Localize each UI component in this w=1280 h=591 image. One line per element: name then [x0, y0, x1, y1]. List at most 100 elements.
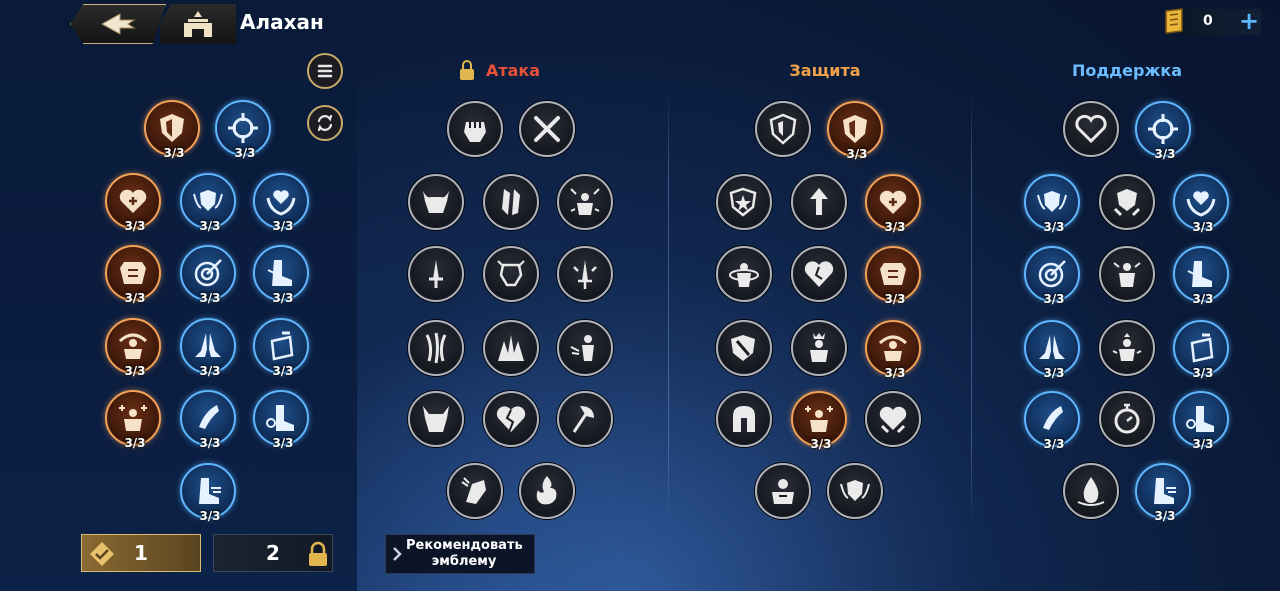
- defense-talent-arrow-up[interactable]: [791, 174, 847, 230]
- defense-talent-winged-shield[interactable]: [827, 463, 883, 519]
- defense-talent-man-plus[interactable]: 3/3: [791, 391, 847, 451]
- add-currency-button[interactable]: +: [1239, 7, 1259, 35]
- attack-talent-bull[interactable]: [408, 174, 464, 230]
- talent-shield-core[interactable]: 3/3: [144, 100, 200, 160]
- orbit-icon: [729, 263, 759, 287]
- talent-boot-speed[interactable]: 3/3: [180, 463, 236, 523]
- attack-talent-broken-heart[interactable]: [483, 391, 539, 447]
- talent-heart-hands[interactable]: 3/3: [253, 173, 309, 233]
- support-talent-heart-hands[interactable]: 3/3: [1173, 174, 1229, 234]
- chained-shield-icon: [1113, 189, 1141, 217]
- talent-crosshair-core[interactable]: 3/3: [215, 100, 271, 160]
- talent-level: 3/3: [1192, 366, 1214, 380]
- winged-shield-icon: [840, 480, 870, 501]
- defense-talent-broken-shield[interactable]: [716, 320, 772, 376]
- support-talent-arrows-man[interactable]: [1099, 320, 1155, 376]
- support-talent-crosshair[interactable]: 3/3: [1135, 101, 1191, 161]
- support-talent-potion[interactable]: 3/3: [1173, 320, 1229, 380]
- arrow-up-icon: [810, 188, 828, 215]
- defense-talent-orbit[interactable]: [716, 246, 772, 302]
- attack-talent-hit-man[interactable]: [557, 320, 613, 376]
- attack-talent-fist[interactable]: [447, 101, 503, 157]
- chevron-right-icon: [393, 547, 402, 561]
- talent-level: 3/3: [199, 436, 221, 450]
- defense-talent-shield-star[interactable]: [716, 174, 772, 230]
- talent-level: 3/3: [1192, 220, 1214, 234]
- defense-talent-shield[interactable]: [755, 101, 811, 157]
- recommend-emblem-button[interactable]: Рекомендовать эмблему: [385, 534, 535, 574]
- attack-talent-fist-strike[interactable]: [483, 246, 539, 302]
- defense-talent-guardian[interactable]: [755, 463, 811, 519]
- talent-level: 3/3: [1043, 292, 1065, 306]
- talent-level: 3/3: [199, 219, 221, 233]
- gauntlet-icon: [461, 477, 486, 504]
- potion-icon: [1190, 333, 1214, 363]
- list-icon: [317, 64, 333, 78]
- list-button[interactable]: [307, 53, 343, 89]
- support-talent-heart[interactable]: [1063, 101, 1119, 157]
- boot-gear-icon: [1186, 406, 1214, 432]
- defense-talent-armor[interactable]: 3/3: [865, 246, 921, 306]
- support-talent-stopwatch[interactable]: [1099, 391, 1155, 447]
- talent-level: 3/3: [1192, 292, 1214, 306]
- talent-boot-gear[interactable]: 3/3: [253, 390, 309, 450]
- talent-level: 3/3: [1154, 147, 1176, 161]
- talent-flex-arc[interactable]: 3/3: [105, 318, 161, 378]
- attack-talent-gauntlet[interactable]: [447, 463, 503, 519]
- emblem-page-2-tab[interactable]: 2: [213, 534, 333, 572]
- defense-talent-heart-plus[interactable]: 3/3: [865, 174, 921, 234]
- talent-target[interactable]: 3/3: [180, 245, 236, 305]
- support-talent-droplet[interactable]: [1063, 463, 1119, 519]
- talent-armor[interactable]: 3/3: [105, 245, 161, 305]
- attack-talent-dagger[interactable]: [408, 246, 464, 302]
- crosshair-icon: [228, 113, 258, 143]
- back-button[interactable]: [70, 4, 166, 44]
- support-talent-boot-gear[interactable]: 3/3: [1173, 391, 1229, 451]
- defense-talent-cracked-heart[interactable]: [791, 246, 847, 302]
- defense-talent-flex-arc[interactable]: 3/3: [865, 320, 921, 380]
- talent-potion[interactable]: 3/3: [253, 318, 309, 378]
- praying-hands-icon: [1039, 335, 1065, 359]
- support-talent-target[interactable]: 3/3: [1024, 246, 1080, 306]
- attack-column-title: Атака: [485, 61, 541, 80]
- attack-talent-explode-man[interactable]: [557, 174, 613, 230]
- talent-boot-arrow[interactable]: 3/3: [253, 245, 309, 305]
- attack-talent-demon[interactable]: [408, 391, 464, 447]
- target-icon: [1038, 260, 1066, 288]
- talent-heart-plus[interactable]: 3/3: [105, 173, 161, 233]
- refresh-button[interactable]: [307, 105, 343, 141]
- talent-level: 3/3: [272, 364, 294, 378]
- talent-level: 3/3: [163, 146, 185, 160]
- hero-castle-icon: [184, 11, 212, 37]
- flame-fist-icon: [536, 476, 557, 505]
- talent-wing-hand[interactable]: 3/3: [180, 390, 236, 450]
- helmet-icon: [733, 406, 755, 432]
- support-talent-wing-hand[interactable]: 3/3: [1024, 391, 1080, 451]
- support-talent-empowered-man[interactable]: [1099, 246, 1155, 302]
- support-talent-chained-shield[interactable]: [1099, 174, 1155, 230]
- attack-talent-flame-fist[interactable]: [519, 463, 575, 519]
- support-talent-praying-hands[interactable]: 3/3: [1024, 320, 1080, 380]
- support-talent-boot-speed[interactable]: 3/3: [1135, 463, 1191, 523]
- talent-man-plus[interactable]: 3/3: [105, 390, 161, 450]
- attack-talent-sword-spikes[interactable]: [557, 246, 613, 302]
- defense-talent-shield-core[interactable]: 3/3: [827, 101, 883, 161]
- defense-talent-helmet[interactable]: [716, 391, 772, 447]
- attack-talent-crossed-swords[interactable]: [519, 101, 575, 157]
- empowered-man-icon: [1113, 262, 1141, 287]
- recommend-line-1: Рекомендовать: [406, 538, 523, 553]
- talent-praying-hands[interactable]: 3/3: [180, 318, 236, 378]
- support-talent-boot-arrow[interactable]: 3/3: [1173, 246, 1229, 306]
- defense-talent-crowned-man[interactable]: [791, 320, 847, 376]
- talent-winged-shield[interactable]: 3/3: [180, 173, 236, 233]
- chained-heart-icon: [879, 406, 907, 434]
- support-talent-winged-shield[interactable]: 3/3: [1024, 174, 1080, 234]
- attack-talent-spikes[interactable]: [483, 320, 539, 376]
- hero-select-button[interactable]: [160, 4, 236, 44]
- defense-talent-chained-heart[interactable]: [865, 391, 921, 447]
- attack-talent-shards[interactable]: [483, 174, 539, 230]
- emblem-page-1-tab[interactable]: 1: [81, 534, 201, 572]
- attack-talent-claws[interactable]: [408, 320, 464, 376]
- fist-icon: [464, 122, 486, 142]
- attack-talent-axe[interactable]: [557, 391, 613, 447]
